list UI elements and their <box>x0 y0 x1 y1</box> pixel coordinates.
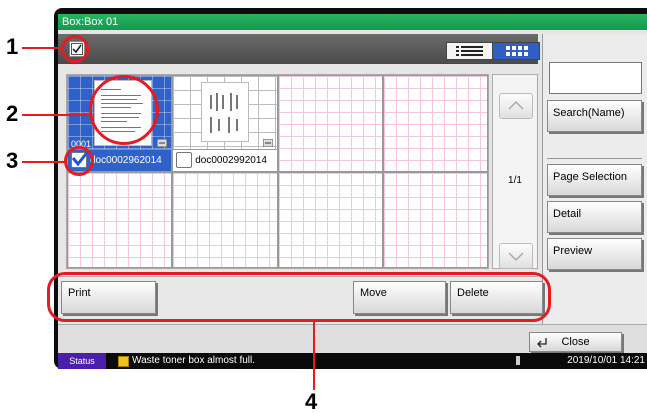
callout-line-2 <box>22 114 92 116</box>
list-view-button[interactable] <box>447 43 493 59</box>
thumbnail-view-icon <box>506 46 528 56</box>
document-type-icon <box>262 138 273 147</box>
callout-line-4 <box>313 322 315 390</box>
empty-thumbnail-slot <box>172 171 278 268</box>
callout-line-3 <box>22 161 66 163</box>
document-preview <box>201 82 250 142</box>
status-bar: Status Waste toner box almost full. 2019… <box>58 353 647 369</box>
detail-button[interactable]: Detail <box>547 201 642 233</box>
thumbnail-view-button[interactable] <box>493 43 539 59</box>
close-button[interactable]: Close <box>529 332 622 352</box>
manual-figure: { "window": { "title": "Box:Box 01" }, "… <box>0 0 647 413</box>
callout-ring-1 <box>61 35 89 63</box>
close-label: Close <box>561 336 590 348</box>
status-message: Waste toner box almost full. <box>132 355 256 366</box>
empty-thumbnail-slot <box>277 75 383 172</box>
scroll-up-button[interactable] <box>499 93 533 119</box>
preview-button[interactable]: Preview <box>547 238 642 270</box>
chevron-up-icon <box>508 100 524 110</box>
view-toggle <box>446 42 540 60</box>
pager: 1/1 <box>492 74 538 269</box>
callout-number-4: 4 <box>305 389 318 413</box>
usb-icon <box>516 356 520 365</box>
callout-line-1 <box>22 47 62 49</box>
document-thumbnail[interactable]: doc0002992014 <box>172 75 278 172</box>
search-name-button[interactable]: Search(Name) <box>547 100 642 132</box>
callout-ring-4 <box>47 272 551 322</box>
close-row: Close <box>58 324 647 353</box>
status-tag[interactable]: Status <box>58 353 106 369</box>
window-title: Box:Box 01 <box>58 14 647 30</box>
page-selection-button[interactable]: Page Selection <box>547 164 642 196</box>
callout-number-1: 1 <box>6 34 19 59</box>
callout-ring-2 <box>89 75 159 145</box>
status-datetime: 2019/10/01 14:21 <box>567 355 645 366</box>
chevron-down-icon <box>508 252 524 262</box>
empty-thumbnail-slot <box>277 171 383 268</box>
callout-number-2: 2 <box>6 101 19 126</box>
empty-thumbnail-slot <box>382 171 488 268</box>
document-type-icon <box>157 138 168 147</box>
return-icon <box>537 338 547 348</box>
warning-icon <box>118 356 129 367</box>
scroll-down-button[interactable] <box>499 243 533 269</box>
document-checkbox[interactable] <box>176 151 193 168</box>
list-view-icon <box>456 46 483 56</box>
toolbar <box>58 34 540 64</box>
search-name-field[interactable] <box>549 62 642 94</box>
right-panel: Search(Name) Page Selection Detail Previ… <box>542 34 647 324</box>
callout-number-3: 3 <box>6 148 19 173</box>
empty-thumbnail-slot <box>67 171 173 268</box>
page-indicator: 1/1 <box>508 175 522 186</box>
callout-ring-3 <box>64 146 94 176</box>
empty-thumbnail-slot <box>382 75 488 172</box>
divider <box>547 158 642 159</box>
